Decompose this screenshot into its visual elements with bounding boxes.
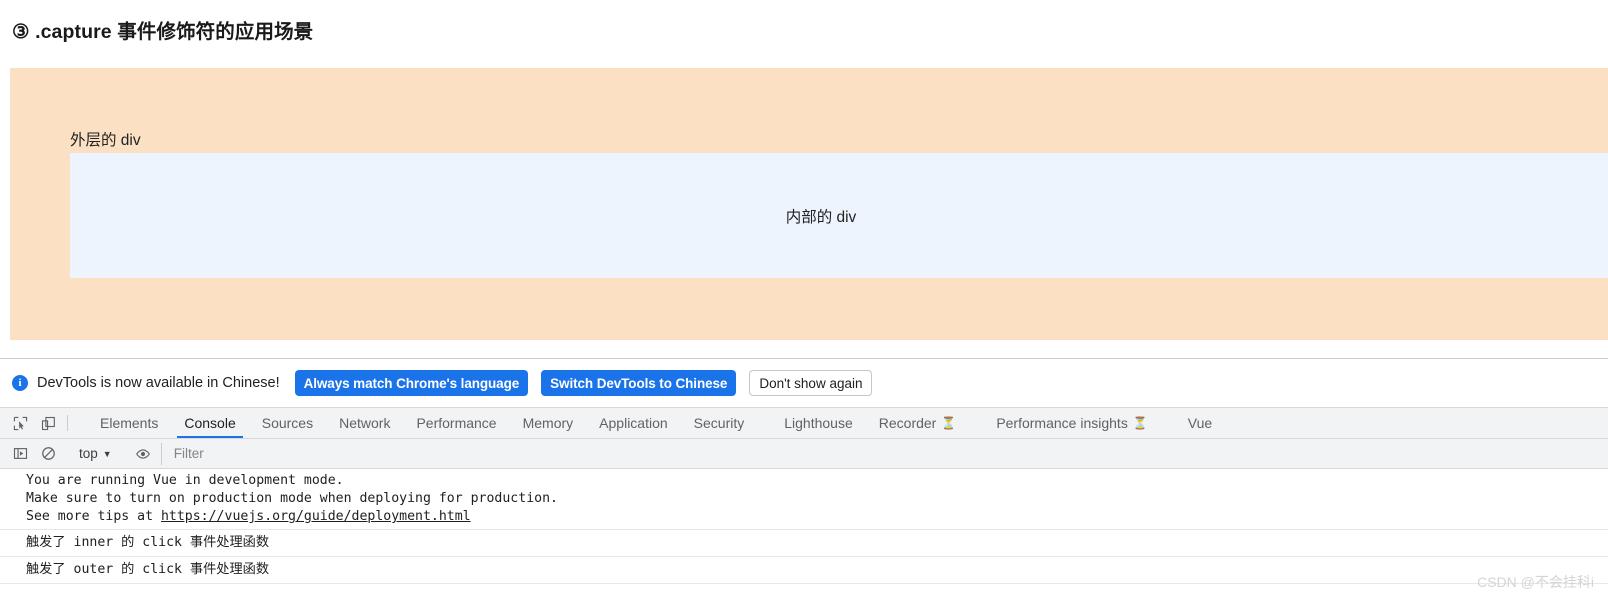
outer-div-label: 外层的 div [70,132,141,149]
device-toolbar-icon[interactable] [34,408,62,438]
devtools-tab-bar: Elements Console Sources Network Perform… [0,407,1608,439]
context-label: top [79,446,98,461]
tab-vue[interactable]: Vue [1175,408,1225,438]
console-message-row: 触发了 outer 的 click 事件处理函数 [0,557,1608,584]
console-message-line: See more tips at https://vuejs.org/guide… [0,508,1608,526]
console-message-line: Make sure to turn on production mode whe… [26,491,558,506]
console-message-group: You are running Vue in development mode.… [0,469,1608,530]
line-prefix: See more tips at [26,509,161,524]
tab-lighthouse[interactable]: Lighthouse [771,408,866,438]
devtools-panel: i DevTools is now available in Chinese! … [0,358,1608,600]
tab-label: Lighthouse [784,415,853,431]
page-title: ③ .capture 事件修饰符的应用场景 [12,21,314,43]
tab-application[interactable]: Application [586,408,681,438]
tab-label: Network [339,415,391,431]
tab-console[interactable]: Console [171,408,248,438]
console-message-row: 触发了 inner 的 click 事件处理函数 [0,530,1608,557]
clear-console-icon[interactable] [34,446,62,461]
info-icon: i [12,375,28,391]
tab-label: Console [184,415,236,431]
deployment-guide-link[interactable]: https://vuejs.org/guide/deployment.html [161,509,471,524]
inner-div-label: 内部的 div [785,208,857,226]
tab-spacer [969,408,983,438]
inspect-element-icon[interactable] [6,408,34,438]
console-message-list[interactable]: You are running Vue in development mode.… [0,469,1608,600]
tab-label: Performance [416,415,497,431]
tab-recorder[interactable]: Recorder ⏳ [866,408,970,438]
console-filter-input[interactable] [160,442,1608,465]
tab-label: Performance insights [996,415,1128,431]
tab-memory[interactable]: Memory [510,408,587,438]
tab-spacer [73,408,87,438]
dont-show-again-button[interactable]: Don't show again [749,370,873,396]
tab-spacer [757,408,771,438]
tab-sources[interactable]: Sources [249,408,326,438]
tab-label: Sources [261,415,314,431]
tab-label: Memory [522,415,574,431]
execution-context-selector[interactable]: top ▼ [73,446,118,461]
tab-spacer [1161,408,1175,438]
browser-page-viewport: ③ .capture 事件修饰符的应用场景 外层的 div 内部的 div [0,0,1608,358]
switch-devtools-to-chinese-button[interactable]: Switch DevTools to Chinese [541,370,737,396]
tab-label: Vue [1187,415,1213,431]
tab-elements[interactable]: Elements [87,408,171,438]
tab-network[interactable]: Network [326,408,403,438]
toolbar-divider [67,415,68,431]
tab-label: Security [693,415,745,431]
eye-icon[interactable] [129,446,157,462]
always-match-chrome-language-button[interactable]: Always match Chrome's language [294,370,529,396]
experimental-icon: ⏳ [1132,416,1148,430]
tab-label: Application [599,415,668,431]
tab-label: Recorder [878,415,937,431]
notification-message: DevTools is now available in Chinese! [37,375,280,391]
tab-performance-insights[interactable]: Performance insights ⏳ [983,408,1160,438]
devtools-language-notification: i DevTools is now available in Chinese! … [0,359,1608,407]
console-message-line: You are running Vue in development mode. [26,473,344,488]
experimental-icon: ⏳ [941,416,957,430]
tab-performance[interactable]: Performance [403,408,509,438]
inner-div[interactable]: 内部的 div [70,153,1608,278]
console-toolbar: top ▼ [0,439,1608,469]
chevron-down-icon: ▼ [102,448,112,459]
console-sidebar-icon[interactable] [6,446,34,461]
tab-security[interactable]: Security [681,408,758,438]
outer-div[interactable]: 外层的 div 内部的 div [10,68,1608,340]
tab-label: Elements [100,415,159,431]
